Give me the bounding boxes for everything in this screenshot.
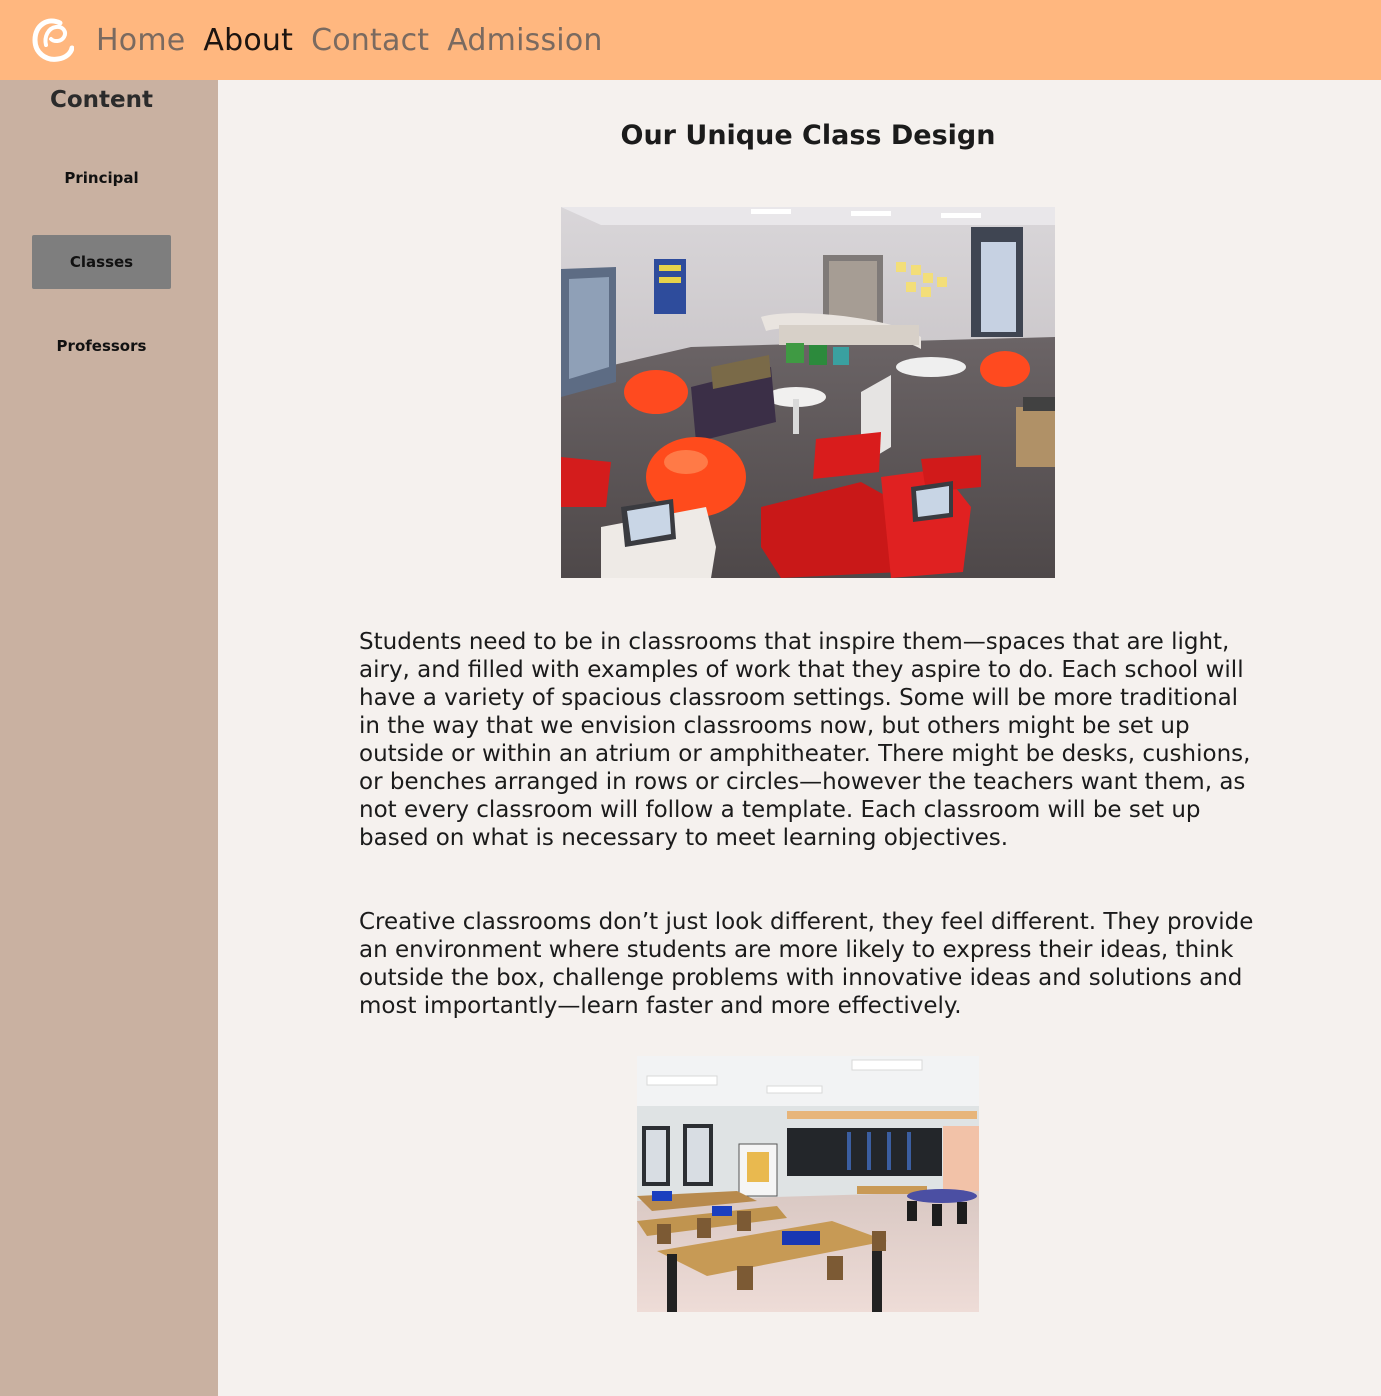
nav-about-link[interactable]: About: [203, 23, 293, 58]
main-nav: Home About Contact Admission: [96, 23, 603, 58]
nav-admission-link[interactable]: Admission: [447, 23, 602, 58]
sidebar-item-principal[interactable]: Principal: [32, 151, 171, 205]
nav-contact-link[interactable]: Contact: [311, 23, 429, 58]
page-title: Our Unique Class Design: [620, 120, 996, 151]
logo-icon[interactable]: [28, 14, 76, 66]
classroom-photo-traditional-desks: [637, 1056, 979, 1312]
sidebar: Content Principal Classes Professors: [0, 80, 218, 1396]
top-nav-bar: Home About Contact Admission: [0, 0, 1381, 80]
nav-home-link[interactable]: Home: [96, 23, 185, 58]
sidebar-title: Content: [49, 87, 154, 113]
sidebar-item-professors[interactable]: Professors: [32, 319, 171, 373]
classroom-photo-flexible-seating: [561, 207, 1055, 578]
paragraph-creative-classrooms: Creative classrooms don’t just look diff…: [359, 909, 1254, 1019]
main-content: Our Unique Class Design Students need to…: [218, 80, 1381, 1396]
sidebar-item-classes[interactable]: Classes: [32, 235, 171, 289]
paragraph-classroom-inspiration: Students need to be in classrooms that i…: [359, 629, 1251, 851]
